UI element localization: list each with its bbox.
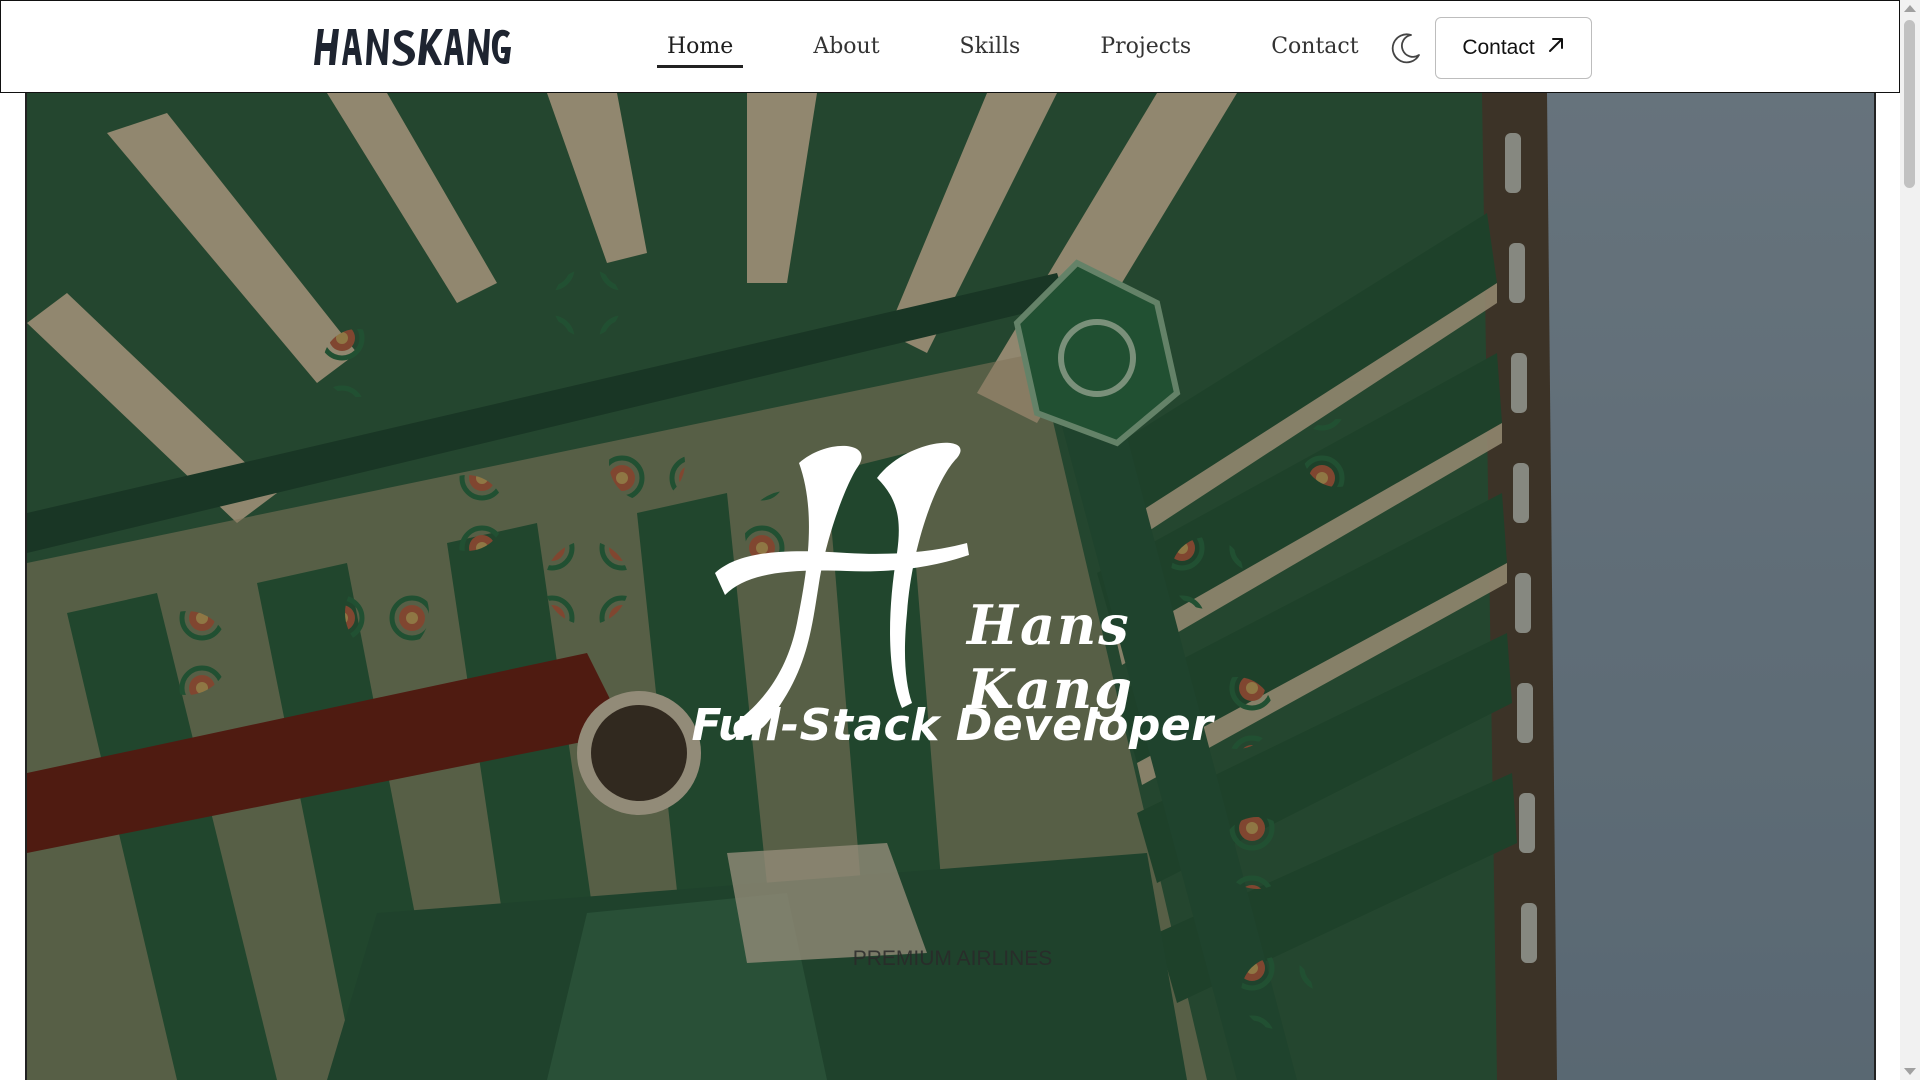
contact-button-label: Contact bbox=[1462, 36, 1535, 59]
nav-home[interactable]: Home bbox=[657, 34, 744, 68]
page-scrollbar[interactable] bbox=[1900, 0, 1920, 1080]
main-nav: Home About Skills Projects Contact bbox=[657, 1, 1429, 94]
logo-wordmark bbox=[314, 29, 511, 66]
moon-icon[interactable] bbox=[1389, 31, 1423, 65]
contact-button[interactable]: Contact bbox=[1435, 17, 1592, 79]
nav-contact[interactable]: Contact bbox=[1261, 34, 1368, 67]
site-header: Home About Skills Projects Contact Conta… bbox=[0, 0, 1900, 93]
hero-tagline: PREMIUM AIRLINES bbox=[852, 947, 1053, 970]
site-logo[interactable] bbox=[312, 25, 512, 73]
scroll-down-arrow-icon[interactable] bbox=[1904, 1068, 1916, 1075]
nav-projects[interactable]: Projects bbox=[1090, 34, 1201, 67]
nav-skills[interactable]: Skills bbox=[950, 34, 1031, 67]
hero-section: Hans Kang Full-Stack Developer PREMIUM A… bbox=[25, 93, 1876, 1080]
scroll-up-arrow-icon[interactable] bbox=[1904, 5, 1916, 12]
arrow-up-right-icon bbox=[1547, 36, 1565, 60]
hero-title: Hans Kang bbox=[707, 423, 1267, 823]
hero-subtitle: Full-Stack Developer bbox=[691, 700, 1214, 751]
scrollbar-thumb[interactable] bbox=[1904, 20, 1915, 188]
nav-about[interactable]: About bbox=[803, 34, 889, 67]
